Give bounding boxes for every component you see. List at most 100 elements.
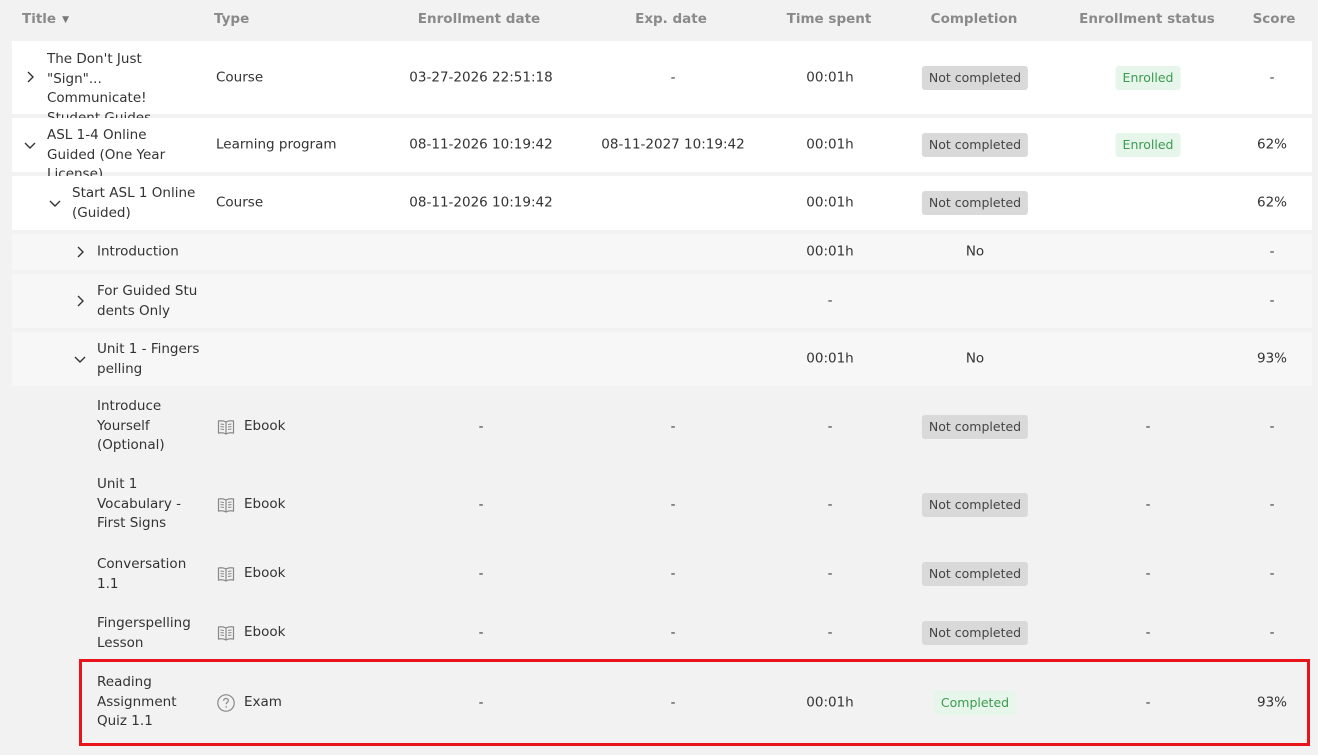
column-header-exp-date[interactable]: Exp. date [635, 11, 707, 27]
row-exp-date: - [670, 495, 676, 512]
table-row[interactable]: Introduce Yourself (Optional) Ebook - - … [12, 388, 1312, 465]
completion-badge: Not completed [921, 414, 1029, 439]
row-type: Ebook [216, 495, 285, 515]
status-badge: Not completed [921, 133, 1029, 157]
table-row[interactable]: Conversation 1.1 Ebook - - - Not complet… [12, 544, 1312, 603]
row-enrollment-date: 03-27-2026 22:51:18 [409, 68, 553, 85]
table-row[interactable]: ASL 1-4 Online Guided (One Year License)… [12, 118, 1312, 182]
row-title[interactable]: Start ASL 1 Online (Guided) [72, 184, 202, 223]
row-exp-date: - [670, 564, 676, 581]
row-enrollment-date: 08-11-2026 10:19:42 [409, 194, 553, 211]
chevron-right-icon[interactable] [73, 294, 87, 308]
row-title[interactable]: The Don't Just "Sign"... Communicate! St… [47, 50, 197, 128]
row-time-spent: 00:01h [806, 243, 854, 260]
row-time-spent: - [827, 417, 833, 434]
ebook-icon [217, 419, 235, 435]
column-header-enrollment-status[interactable]: Enrollment status [1079, 11, 1215, 27]
chevron-right-icon[interactable] [73, 245, 87, 259]
row-score: 62% [1256, 194, 1288, 211]
status-badge: Completed [933, 691, 1017, 715]
row-exp-date: - [670, 694, 676, 711]
row-type: Ebook [216, 564, 285, 584]
table-row[interactable]: Unit 1 - Fingers pelling 00:01h No 93% [12, 332, 1312, 386]
row-title[interactable]: Introduce Yourself (Optional) [97, 397, 175, 456]
row-exp-date: - [670, 624, 676, 641]
status-badge: Not completed [921, 191, 1029, 215]
row-title[interactable]: Fingerspelling Lesson [97, 614, 197, 653]
row-type-label: Ebook [244, 564, 286, 581]
table-row[interactable]: Fingerspelling Lesson Ebook - - - Not co… [12, 604, 1312, 662]
row-type: Ebook [216, 417, 285, 437]
status-badge: Not completed [921, 492, 1029, 517]
enrollments-table: Title ▼ Type Enrollment date Exp. date Ti… [0, 0, 1318, 755]
table-row[interactable]: For Guided Stu dents Only - - [12, 274, 1312, 328]
row-time-spent: 00:01h [806, 194, 854, 211]
row-time-spent: 00:01h [806, 694, 854, 711]
chevron-right-icon[interactable] [23, 70, 37, 84]
column-header-title[interactable]: Title ▼ [22, 11, 69, 27]
row-title[interactable]: Introduction [97, 242, 179, 262]
table-header: Title ▼ Type Enrollment date Exp. date Ti… [0, 0, 1318, 40]
ebook-icon [217, 626, 235, 641]
sort-down-icon[interactable]: ▼ [62, 15, 69, 25]
table-row[interactable]: The Don't Just "Sign"... Communicate! St… [12, 41, 1312, 126]
completion-badge: Not completed [921, 65, 1029, 90]
row-enrollment-status: - [1145, 417, 1151, 434]
row-enrollment-date: - [478, 564, 484, 581]
row-enrollment-date: - [478, 624, 484, 641]
row-time-spent: - [827, 564, 833, 581]
row-time-spent: - [827, 495, 833, 512]
row-time-spent: 00:01h [806, 68, 854, 85]
ebook-icon [217, 566, 235, 582]
chevron-down-icon[interactable] [48, 196, 62, 210]
column-header-type[interactable]: Type [214, 11, 249, 27]
row-type: Course [216, 68, 264, 85]
row-type: Learning program [216, 136, 337, 153]
row-completion: No [965, 350, 985, 367]
column-header-completion[interactable]: Completion [931, 11, 1018, 27]
row-score: - [1269, 495, 1275, 512]
status-badge: Enrolled [1115, 133, 1181, 157]
completion-badge: Not completed [921, 561, 1029, 586]
row-time-spent: - [827, 292, 833, 309]
table-row[interactable]: Start ASL 1 Online (Guided) Course 08-11… [12, 176, 1312, 230]
row-score: - [1269, 68, 1275, 85]
row-enrollment-status: - [1145, 564, 1151, 581]
row-exp-date: 08-11-2027 10:19:42 [601, 136, 745, 153]
row-exp-date: - [670, 68, 676, 85]
status-badge: Not completed [921, 65, 1029, 90]
row-title[interactable]: Conversation 1.1 [97, 555, 187, 594]
row-score: 93% [1256, 694, 1288, 711]
status-badge: Not completed [921, 414, 1029, 439]
row-title[interactable]: Reading Assignment Quiz 1.1 [97, 673, 177, 732]
table-row[interactable]: Unit 1 Vocabulary - First Signs Ebook - … [12, 466, 1312, 543]
row-title[interactable]: Unit 1 - Fingers pelling [97, 340, 201, 379]
row-enrollment-status: - [1145, 694, 1151, 711]
row-completion: No [965, 243, 985, 260]
row-enrollment-date: 08-11-2026 10:19:42 [409, 136, 553, 153]
row-score: - [1269, 243, 1275, 260]
table-row[interactable]: Introduction 00:01h No - [12, 234, 1312, 270]
row-type-label: Ebook [244, 417, 286, 434]
row-type-label: Exam [244, 694, 282, 711]
enrollment-status-badge: Enrolled [1115, 65, 1181, 90]
row-type-label: Ebook [244, 495, 286, 512]
column-header-time-spent[interactable]: Time spent [787, 11, 872, 27]
row-title[interactable]: For Guided Stu dents Only [97, 282, 201, 321]
row-exp-date: - [670, 417, 676, 434]
chevron-down-icon[interactable] [73, 352, 87, 366]
completion-badge: Not completed [921, 133, 1029, 157]
row-enrollment-date: - [478, 495, 484, 512]
row-time-spent: 00:01h [806, 136, 854, 153]
column-header-score[interactable]: Score [1253, 11, 1296, 27]
row-type: Exam [216, 693, 282, 713]
row-score: 62% [1256, 136, 1288, 153]
completion-badge: Not completed [921, 492, 1029, 517]
column-header-enrollment-date[interactable]: Enrollment date [418, 11, 540, 27]
row-title[interactable]: Unit 1 Vocabulary - First Signs [97, 475, 181, 534]
row-type: Course [216, 194, 264, 211]
table-row-selected[interactable]: Reading Assignment Quiz 1.1 Exam - - 00:… [12, 664, 1312, 742]
row-type-label: Ebook [244, 624, 286, 641]
chevron-down-icon[interactable] [23, 138, 37, 152]
row-score: - [1269, 292, 1275, 309]
